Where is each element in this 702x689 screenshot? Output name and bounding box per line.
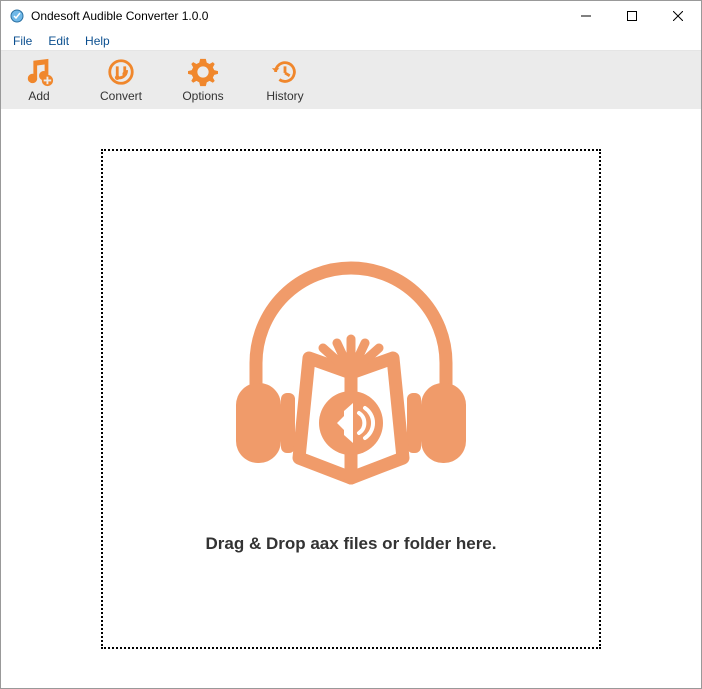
maximize-button[interactable] bbox=[609, 1, 655, 31]
add-label: Add bbox=[28, 89, 49, 103]
menubar: File Edit Help bbox=[1, 31, 701, 51]
minimize-button[interactable] bbox=[563, 1, 609, 31]
window-title: Ondesoft Audible Converter 1.0.0 bbox=[31, 9, 563, 23]
menu-file[interactable]: File bbox=[5, 32, 40, 50]
options-label: Options bbox=[182, 89, 223, 103]
dropzone-text: Drag & Drop aax files or folder here. bbox=[206, 534, 497, 554]
history-button[interactable]: History bbox=[261, 57, 309, 103]
menu-edit[interactable]: Edit bbox=[40, 32, 77, 50]
gear-icon bbox=[188, 57, 218, 87]
convert-button[interactable]: Convert bbox=[97, 57, 145, 103]
add-button[interactable]: Add bbox=[15, 57, 63, 103]
convert-icon bbox=[106, 57, 136, 87]
app-icon bbox=[9, 8, 25, 24]
menu-help[interactable]: Help bbox=[77, 32, 118, 50]
toolbar: Add Convert Options bbox=[1, 51, 701, 109]
convert-label: Convert bbox=[100, 89, 142, 103]
dropzone[interactable]: Drag & Drop aax files or folder here. bbox=[101, 149, 601, 649]
titlebar: Ondesoft Audible Converter 1.0.0 bbox=[1, 1, 701, 31]
window-controls bbox=[563, 1, 701, 31]
music-note-plus-icon bbox=[24, 57, 54, 87]
audiobook-headphones-icon bbox=[211, 243, 491, 506]
history-icon bbox=[270, 57, 300, 87]
history-label: History bbox=[266, 89, 303, 103]
close-button[interactable] bbox=[655, 1, 701, 31]
options-button[interactable]: Options bbox=[179, 57, 227, 103]
main-area: Drag & Drop aax files or folder here. bbox=[1, 109, 701, 688]
